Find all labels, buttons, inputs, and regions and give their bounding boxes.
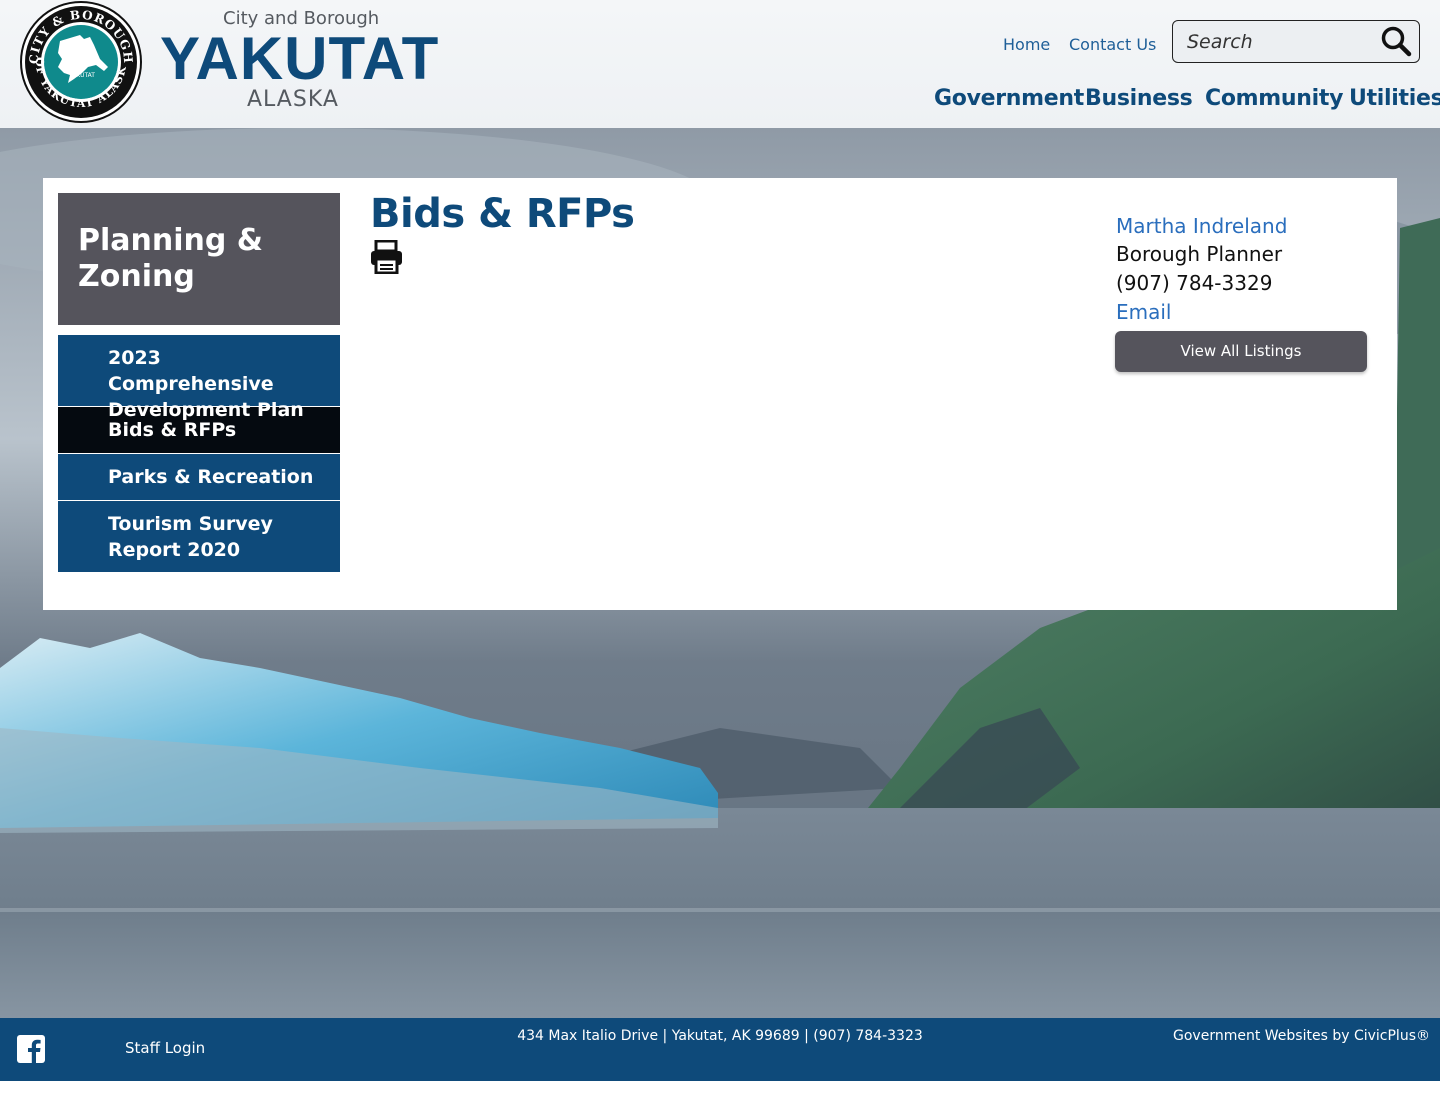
nav-government[interactable]: Government xyxy=(934,86,1084,111)
view-all-listings-button[interactable]: View All Listings xyxy=(1115,331,1367,372)
sidebar-item-comprehensive-plan[interactable]: 2023 Comprehensive Development Plan xyxy=(58,335,340,421)
sidebar-title: Planning & Zoning xyxy=(58,193,340,325)
nav-business[interactable]: Business xyxy=(1085,86,1193,111)
svg-text:YAKUTAT: YAKUTAT xyxy=(68,72,95,79)
nav-utilities[interactable]: Utilities xyxy=(1349,86,1440,111)
contact-role: Borough Planner xyxy=(1116,242,1283,266)
contact-name-link[interactable]: Martha Indreland xyxy=(1116,212,1368,240)
contact-widget: Martha Indreland Borough Planner (907) 7… xyxy=(1116,212,1368,326)
contact-phone: (907) 784-3329 xyxy=(1116,271,1273,295)
civicplus-credit-link[interactable]: Government Websites by CivicPlus® xyxy=(1173,1028,1430,1044)
search-box xyxy=(1172,20,1420,63)
search-button[interactable] xyxy=(1379,25,1413,59)
city-seal-logo[interactable]: CITY & BOROUGH OF YAKUTAT ALASKA YAKUTAT xyxy=(20,1,142,123)
nav-community[interactable]: Community xyxy=(1205,86,1343,111)
contact-email-link[interactable]: Email xyxy=(1116,298,1368,326)
sidebar-item-tourism-survey[interactable]: Tourism Survey Report 2020 xyxy=(58,501,340,573)
search-input[interactable] xyxy=(1187,29,1367,55)
brand-subtitle: ALASKA xyxy=(247,87,339,112)
print-icon[interactable] xyxy=(370,240,403,274)
page-title: Bids & RFPs xyxy=(370,191,635,237)
search-icon xyxy=(1381,26,1412,57)
sidebar-item-parks-recreation[interactable]: Parks & Recreation xyxy=(58,454,340,501)
home-link[interactable]: Home xyxy=(1003,35,1050,54)
site-footer: Staff Login 434 Max Italio Drive | Yakut… xyxy=(0,1018,1440,1081)
brand-name[interactable]: YAKUTAT xyxy=(160,24,439,93)
contact-us-link[interactable]: Contact Us xyxy=(1069,35,1156,54)
site-header: CITY & BOROUGH OF YAKUTAT ALASKA YAKUTAT… xyxy=(0,0,1440,128)
sidebar-nav: 2023 Comprehensive Development Plan Bids… xyxy=(58,335,340,573)
